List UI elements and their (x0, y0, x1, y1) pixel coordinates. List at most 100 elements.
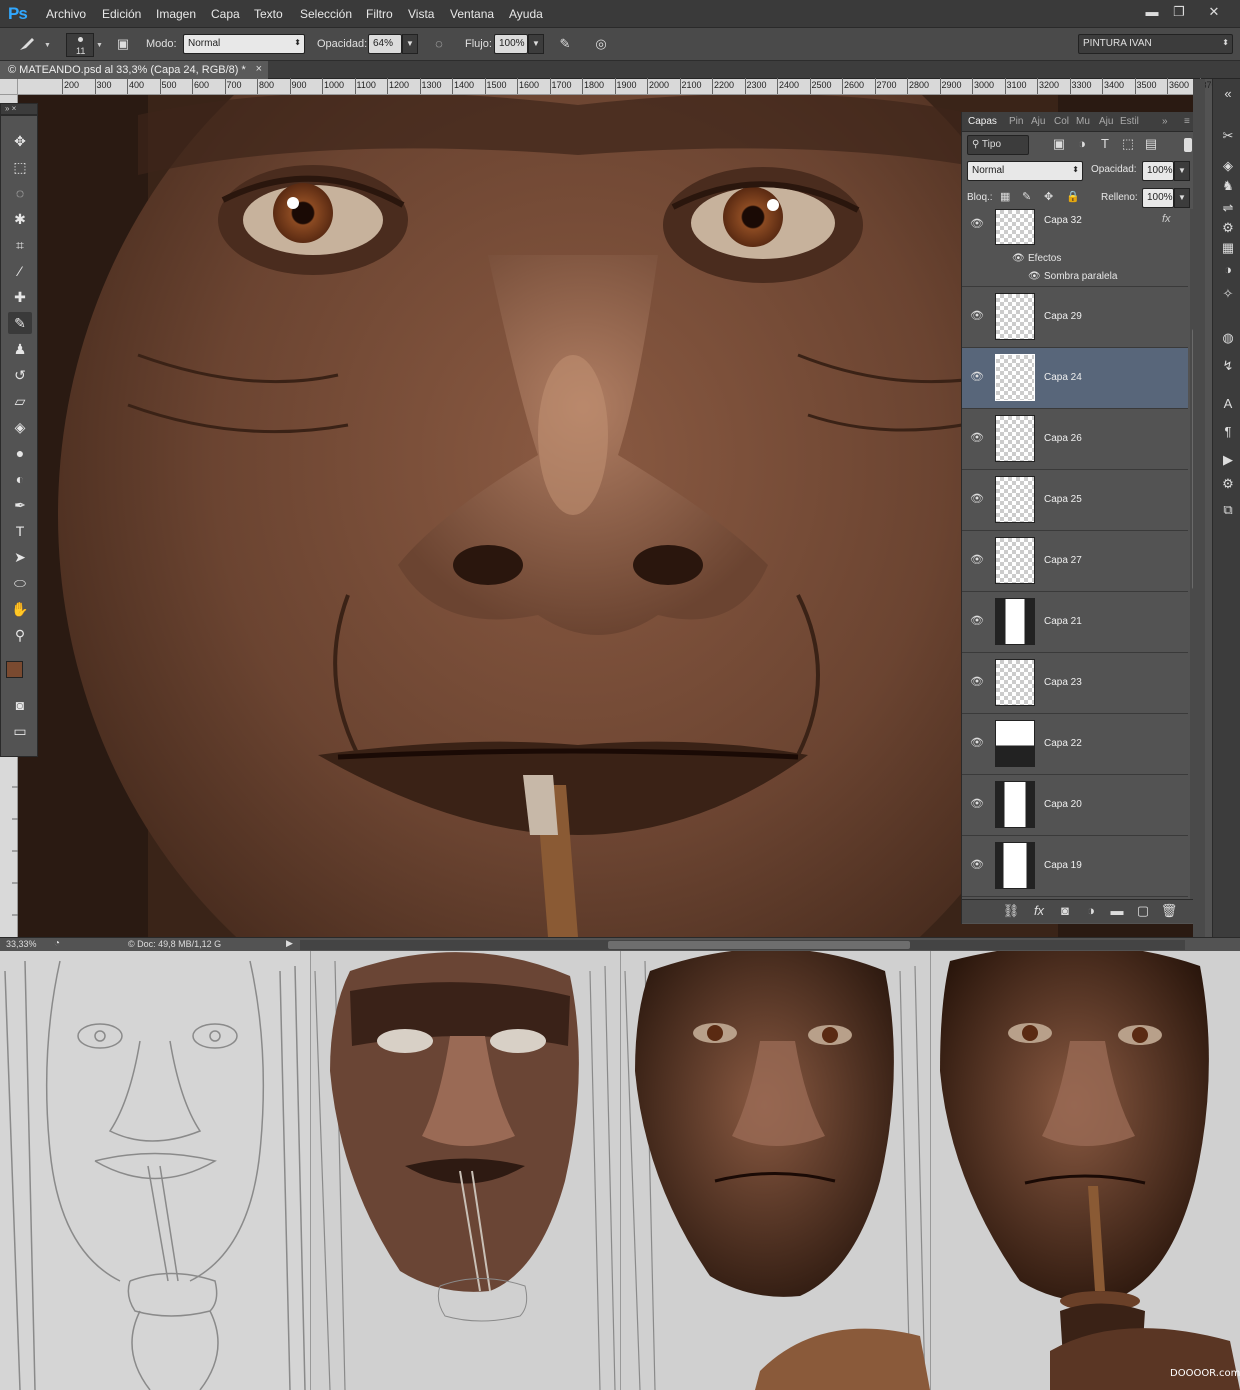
fill-input[interactable]: 100% (1142, 188, 1174, 208)
menu-ayuda[interactable]: Ayuda (509, 7, 543, 21)
tab-col[interactable]: Col (1054, 116, 1069, 127)
filter-type-icon[interactable]: T (1096, 136, 1114, 152)
layer-row[interactable]: 👁 Capa 27 (962, 531, 1188, 592)
dock-history-icon[interactable]: ⧉ (1219, 501, 1237, 519)
airbrush-icon[interactable]: ✎ (556, 36, 574, 52)
layer-row[interactable]: 👁 Capa 19 (962, 836, 1188, 897)
effect-eye-icon[interactable]: 👁 (1028, 271, 1041, 282)
visibility-eye-icon[interactable]: 👁 (970, 858, 984, 871)
dock-paths-icon[interactable]: ↯ (1219, 357, 1237, 375)
link-layers-icon[interactable]: ⛓ (1002, 903, 1020, 919)
dock-navigator-icon[interactable]: ◍ (1219, 329, 1237, 347)
tab-estil[interactable]: Estil (1120, 116, 1139, 127)
layer-filter-select[interactable]: ⚲ Tipo (967, 135, 1029, 155)
menu-archivo[interactable]: Archivo (46, 7, 86, 21)
layer-opacity-input[interactable]: 100% (1142, 161, 1174, 181)
visibility-eye-icon[interactable]: 👁 (970, 797, 984, 810)
dock-paragraph-icon[interactable]: ¶ (1219, 423, 1237, 441)
brush-size-picker[interactable]: 11 (66, 33, 94, 57)
opacity-dropdown-icon[interactable]: ▼ (402, 34, 418, 54)
horizontal-scrollbar-thumb[interactable] (608, 941, 910, 949)
dock-color-icon[interactable]: ◑ (1219, 261, 1237, 279)
pressure-opacity-icon[interactable]: ◌ (430, 36, 448, 52)
dock-brush-icon[interactable]: ✂ (1219, 127, 1237, 145)
layer-row[interactable]: 👁 Capa 23 (962, 653, 1188, 714)
layer-row[interactable]: 👁 Capa 22 (962, 714, 1188, 775)
canvas-horizontal-scrollbar[interactable] (300, 940, 1185, 950)
menu-texto[interactable]: Texto (254, 7, 283, 21)
marquee-tool-icon[interactable]: ⬚ (8, 156, 32, 178)
visibility-eye-icon[interactable]: 👁 (970, 553, 984, 566)
status-menu-arrow-icon[interactable]: ▶ (286, 938, 293, 949)
clone-stamp-tool-icon[interactable]: ♟ (8, 338, 32, 360)
mode-select[interactable]: Normal ⬍ (183, 34, 305, 54)
layer-row[interactable]: 👁 Capa 26 (962, 409, 1188, 470)
type-tool-icon[interactable]: T (8, 520, 32, 542)
new-layer-icon[interactable]: ▢ (1134, 903, 1152, 919)
close-button[interactable]: ✕ (1202, 2, 1226, 22)
opacity-input[interactable]: 64% (368, 34, 402, 54)
minimize-button[interactable]: ▬ (1140, 2, 1164, 22)
blur-tool-icon[interactable]: ● (8, 442, 32, 464)
dock-actions-icon[interactable]: ▶ (1219, 451, 1237, 469)
menu-imagen[interactable]: Imagen (156, 7, 196, 21)
lock-transparency-icon[interactable]: ▦ (1000, 190, 1010, 203)
document-tab[interactable]: © MATEANDO.psd al 33,3% (Capa 24, RGB/8)… (0, 61, 268, 79)
lock-all-icon[interactable]: 🔒 (1066, 190, 1080, 203)
menu-edicion[interactable]: Edición (102, 7, 141, 21)
pen-tool-icon[interactable]: ✒ (8, 494, 32, 516)
visibility-eye-icon[interactable]: 👁 (970, 614, 984, 627)
screen-mode-icon[interactable]: ▭ (8, 720, 32, 742)
visibility-eye-icon[interactable]: 👁 (970, 309, 984, 322)
close-tab-icon[interactable]: × (256, 63, 262, 75)
canvas-vertical-scrollbar[interactable] (1193, 79, 1205, 937)
visibility-eye-icon[interactable]: 👁 (970, 217, 984, 230)
restore-button[interactable]: ❐ (1167, 2, 1191, 22)
menu-filtro[interactable]: Filtro (366, 7, 393, 21)
effect-drop-shadow[interactable]: Sombra paralela (1044, 271, 1117, 282)
paint-bucket-tool-icon[interactable]: ◈ (8, 416, 32, 438)
dodge-tool-icon[interactable]: ◐ (8, 468, 32, 490)
new-adjustment-icon[interactable]: ◑ (1082, 903, 1100, 919)
crop-tool-icon[interactable]: ⌗ (8, 234, 32, 256)
visibility-eye-icon[interactable]: 👁 (970, 736, 984, 749)
layer-row[interactable]: 👁 Capa 32 fx 👁 Efectos 👁 Sombra paralela (962, 209, 1188, 287)
hand-tool-icon[interactable]: ✋ (8, 598, 32, 620)
visibility-eye-icon[interactable]: 👁 (970, 370, 984, 383)
menu-ventana[interactable]: Ventana (450, 7, 494, 21)
zoom-level[interactable]: 33,33% (6, 939, 37, 949)
effects-eye-icon[interactable]: 👁 (1012, 253, 1025, 264)
preset-dropdown-arrow-icon[interactable]: ▼ (44, 42, 51, 49)
filter-pixel-icon[interactable]: ▣ (1050, 136, 1068, 152)
visibility-eye-icon[interactable]: 👁 (970, 492, 984, 505)
lock-position-icon[interactable]: ✥ (1044, 190, 1053, 203)
panel-menu-icon[interactable]: ≡ (1184, 116, 1190, 127)
layer-row[interactable]: 👁 Capa 21 (962, 592, 1188, 653)
status-info-icon[interactable]: ◔ (54, 938, 60, 949)
brush-panel-toggle-icon[interactable]: ▣ (114, 36, 132, 52)
visibility-eye-icon[interactable]: 👁 (970, 431, 984, 444)
ellipse-tool-icon[interactable]: ⬭ (8, 572, 32, 594)
brush-tool-icon[interactable]: ✎ (8, 312, 32, 334)
flow-input[interactable]: 100% (494, 34, 528, 54)
tab-mu[interactable]: Mu (1076, 116, 1090, 127)
lock-paint-icon[interactable]: ✎ (1022, 190, 1031, 203)
flow-dropdown-icon[interactable]: ▼ (528, 34, 544, 54)
dock-adjust-icon[interactable]: ⇌ (1219, 199, 1237, 217)
eyedropper-tool-icon[interactable]: ⁄ (8, 260, 32, 282)
dock-collapse-icon[interactable]: « (1219, 85, 1237, 103)
filter-smart-icon[interactable]: ▤ (1142, 136, 1160, 152)
panel-expand-icon[interactable]: » (1162, 116, 1168, 127)
layer-row[interactable]: 👁 Capa 29 (962, 287, 1188, 348)
dock-swatches-icon[interactable]: ⚙ (1219, 219, 1237, 237)
foreground-color-swatch[interactable] (6, 661, 23, 678)
layer-row[interactable]: 👁 Capa 25 (962, 470, 1188, 531)
layer-opacity-dropdown-icon[interactable]: ▼ (1174, 161, 1190, 181)
tab-pin[interactable]: Pin (1009, 116, 1023, 127)
filter-shape-icon[interactable]: ⬚ (1119, 136, 1137, 152)
ruler-origin[interactable] (0, 79, 18, 95)
menu-vista[interactable]: Vista (408, 7, 434, 21)
quick-mask-icon[interactable]: ◙ (8, 694, 32, 716)
menu-seleccion[interactable]: Selección (300, 7, 352, 21)
dock-properties-icon[interactable]: ⚙ (1219, 475, 1237, 493)
